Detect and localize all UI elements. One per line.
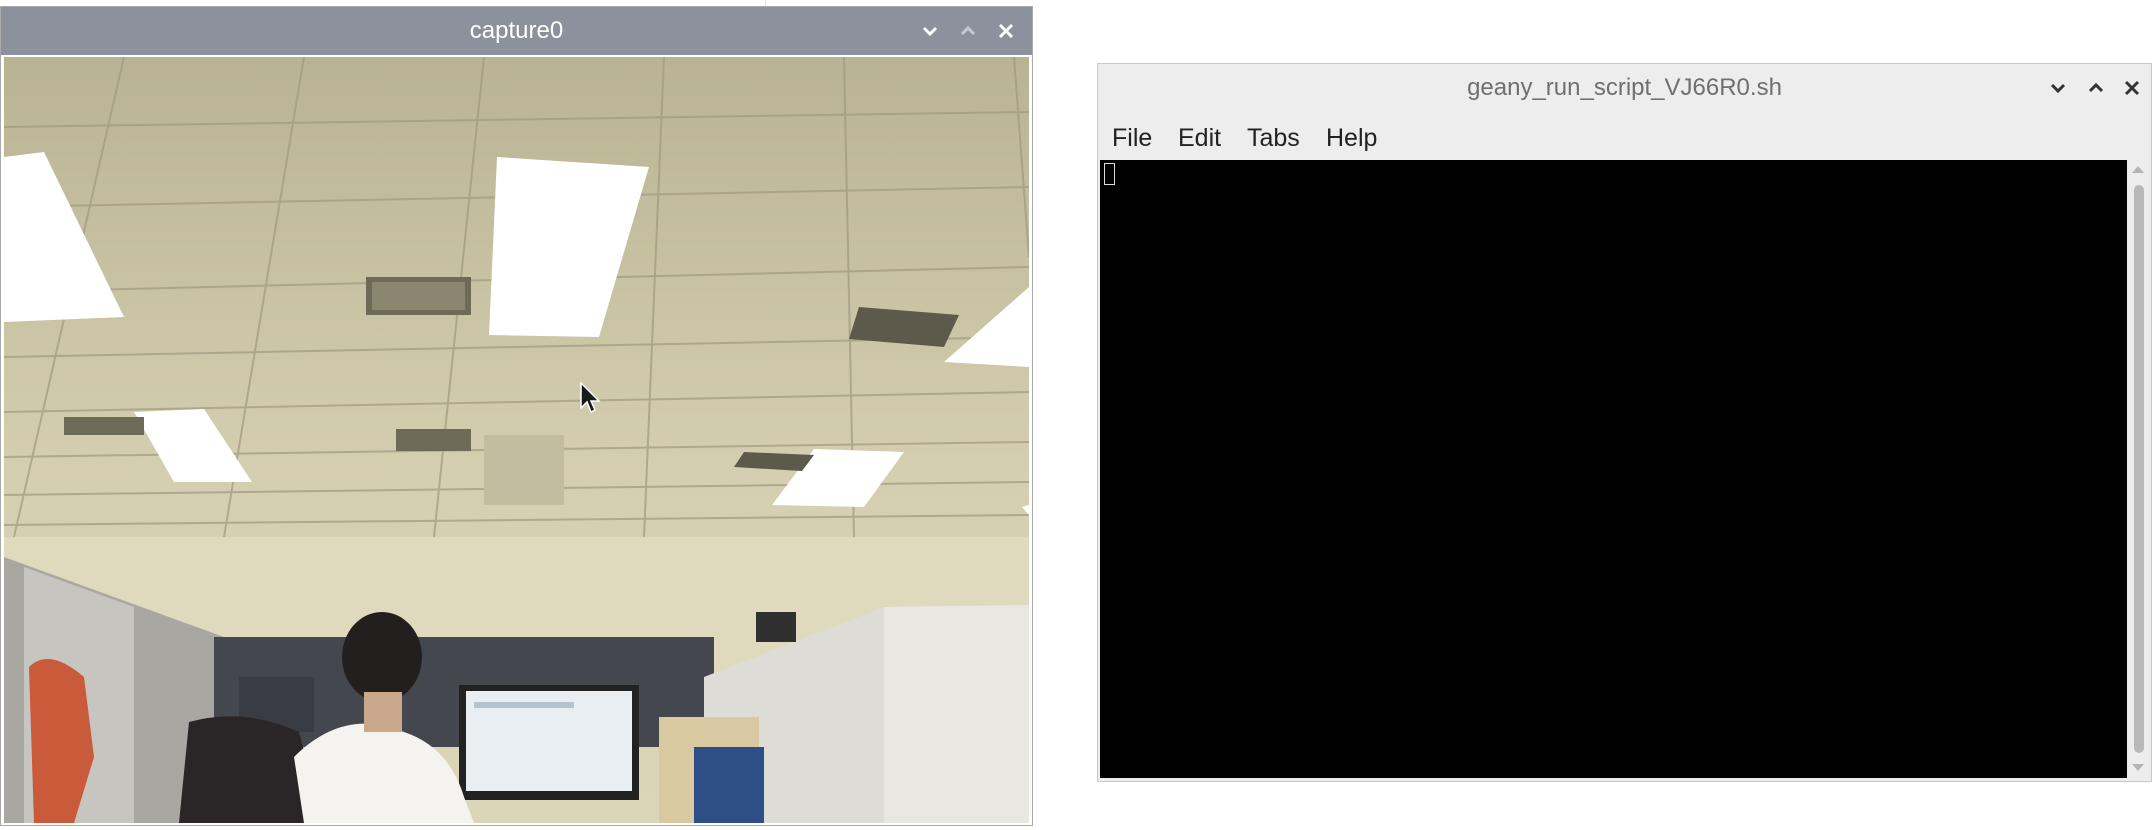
menu-tabs[interactable]: Tabs — [1241, 122, 1306, 155]
minimize-button[interactable] — [2039, 64, 2077, 112]
maximize-button[interactable] — [2077, 64, 2115, 112]
close-button[interactable] — [2113, 64, 2151, 112]
terminal-window: geany_run_script_VJ66R0.sh File Edit Tab… — [1097, 63, 2152, 782]
menu-bar: File Edit Tabs Help — [1098, 112, 2151, 160]
terminal-output-area[interactable] — [1100, 160, 2127, 778]
scroll-down-arrow-icon[interactable] — [2132, 764, 2144, 771]
text-cursor — [1104, 163, 1115, 185]
menu-file[interactable]: File — [1106, 122, 1158, 155]
minimize-button[interactable] — [911, 7, 949, 55]
chevron-down-icon — [922, 26, 938, 37]
capture-window: capture0 — [0, 6, 1033, 826]
chevron-up-icon — [2088, 82, 2104, 93]
vertical-scrollbar[interactable] — [2129, 160, 2149, 778]
terminal-window-title: geany_run_script_VJ66R0.sh — [1467, 74, 1782, 101]
capture-window-title: capture0 — [469, 17, 564, 44]
terminal-titlebar[interactable]: geany_run_script_VJ66R0.sh — [1098, 64, 2151, 112]
chevron-up-icon — [960, 25, 976, 36]
scroll-thumb[interactable] — [2134, 185, 2144, 753]
chevron-down-icon — [2050, 83, 2066, 94]
scroll-up-arrow-icon[interactable] — [2132, 166, 2144, 173]
close-icon — [998, 23, 1014, 39]
menu-help[interactable]: Help — [1320, 122, 1383, 155]
close-icon — [2124, 80, 2140, 96]
close-button[interactable] — [987, 7, 1025, 55]
capture-titlebar[interactable]: capture0 — [1, 7, 1032, 55]
menu-edit[interactable]: Edit — [1172, 122, 1227, 155]
mouse-pointer-icon — [580, 382, 601, 414]
camera-feed-image — [4, 57, 1029, 823]
maximize-button[interactable] — [949, 7, 987, 55]
